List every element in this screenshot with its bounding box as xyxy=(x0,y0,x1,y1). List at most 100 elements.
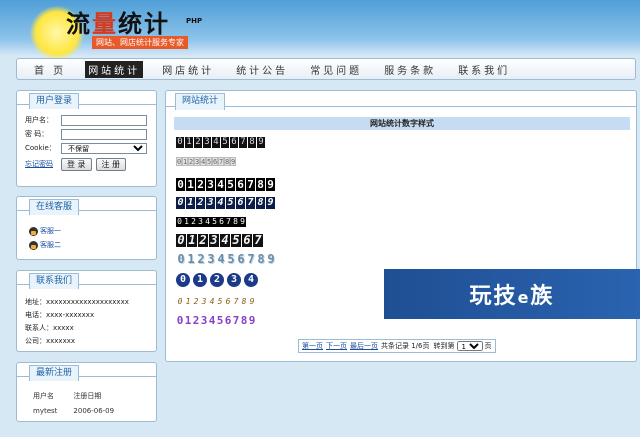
counter-digit: 9 xyxy=(267,252,275,266)
login-box: 用户登录 用户名： 密 码： Cookie： 不保留 忘记密码 登 录 注 册 xyxy=(16,90,157,187)
counter-digit: 8 xyxy=(241,297,247,306)
counter-digit: 4 xyxy=(216,197,225,209)
counter-digit: 3 xyxy=(209,233,219,247)
counter-style[interactable]: 0123456789 xyxy=(176,197,276,209)
contact-address: 地址：xxxxxxxxxxxxxxxxxxxx xyxy=(25,298,129,306)
counter-digit: 9 xyxy=(239,217,246,227)
counter-digit: 7 xyxy=(225,217,232,227)
counter-style[interactable]: 01234567 xyxy=(176,234,264,247)
counter-digit: 5 xyxy=(216,314,224,327)
page-select[interactable]: 1 xyxy=(456,341,483,351)
counter-digit: 7 xyxy=(233,297,239,306)
counter-digit: 1 xyxy=(187,252,195,266)
watermark-text: 玩技 xyxy=(469,284,518,309)
counter-digit: 1 xyxy=(185,137,193,148)
password-input[interactable] xyxy=(61,128,147,140)
logo-char: 流 xyxy=(66,9,92,38)
counter-digit: 6 xyxy=(224,314,232,327)
pagination: 第一页 下一页 最后一页 共条记录 1/6页 转到第 1 页 xyxy=(298,339,496,353)
service-item[interactable]: 客服一 xyxy=(29,226,148,236)
nav-shop-stats[interactable]: 网店统计 xyxy=(159,61,217,78)
username-label: 用户名： xyxy=(25,116,53,124)
pager-next-link[interactable]: 下一页 xyxy=(326,341,347,351)
counter-digit: 6 xyxy=(230,137,238,148)
counter-digit: 5 xyxy=(227,252,235,266)
login-button[interactable]: 登 录 xyxy=(61,157,92,171)
counter-style[interactable]: 0123456789 xyxy=(176,314,256,327)
counter-digit: 7 xyxy=(239,137,247,148)
counter-digit: 4 xyxy=(244,273,258,287)
counter-digit: 4 xyxy=(220,233,230,247)
counter-digit: 1 xyxy=(185,297,191,306)
counter-digit: 0 xyxy=(176,233,186,247)
counter-digit: 3 xyxy=(227,273,241,287)
counter-style[interactable]: 01234 xyxy=(176,273,261,287)
counter-digit: 2 xyxy=(194,137,202,148)
counter-digit: 3 xyxy=(206,197,215,209)
nav-contact[interactable]: 联系我们 xyxy=(455,61,513,78)
counter-digit: 7 xyxy=(232,314,240,327)
logo-php-label: PHP xyxy=(186,17,203,25)
counter-digit: 0 xyxy=(176,314,184,327)
counter-style[interactable]: 0123456789 xyxy=(176,157,236,166)
counter-digit: 1 xyxy=(186,178,195,191)
main-panel: 网站统计 网站统计数字样式 0123456789 0123456789 0123… xyxy=(165,90,637,362)
logo-char: 统计 xyxy=(118,9,170,38)
contact-phone: 电话：xxxx-xxxxxxx xyxy=(25,311,95,319)
nav-home[interactable]: 首 页 xyxy=(31,61,69,78)
site-logo[interactable]: 流量统计 xyxy=(66,4,170,39)
counter-digit: 9 xyxy=(266,178,275,191)
nav-faq[interactable]: 常见问题 xyxy=(307,61,365,78)
cookie-select[interactable]: 不保留 xyxy=(61,142,147,154)
username-input[interactable] xyxy=(61,114,147,126)
password-label: 密 码： xyxy=(25,130,49,138)
service-item-label: 客服一 xyxy=(40,227,61,235)
counter-style[interactable]: 0123456789 xyxy=(176,297,256,307)
online-service-box: 在线客服 客服一 客服二 xyxy=(16,196,157,260)
counter-digit: 2 xyxy=(210,273,224,287)
contact-box: 联系我们 地址：xxxxxxxxxxxxxxxxxxxx 电话：xxxx-xxx… xyxy=(16,270,157,352)
counter-digit: 9 xyxy=(230,157,236,166)
counter-digit: 4 xyxy=(204,217,211,227)
service-item-label: 客服二 xyxy=(40,241,61,249)
counter-digit: 6 xyxy=(225,297,231,306)
counter-digit: 0 xyxy=(176,197,185,209)
counter-digit: 0 xyxy=(176,178,185,191)
counter-digit: 8 xyxy=(257,252,265,266)
counter-style[interactable]: 0123456789 xyxy=(176,253,276,266)
pager-first-link[interactable]: 第一页 xyxy=(302,341,323,351)
contact-person: 联系人：xxxxx xyxy=(25,324,74,332)
watermark-logo: 玩技e族 xyxy=(470,278,555,310)
forgot-password-link[interactable]: 忘记密码 xyxy=(25,159,61,169)
counter-style[interactable]: 0123456789 xyxy=(176,217,246,227)
register-table: 用户名 注册日期 mytest 2006-06-09 xyxy=(31,387,130,419)
col-header-user: 用户名 xyxy=(33,392,54,400)
site-header: 流量统计 PHP 网站、网店统计服务专家 xyxy=(0,0,640,60)
latest-register-box: 最新注册 用户名 注册日期 mytest 2006-06-09 xyxy=(16,362,157,422)
nav-announcements[interactable]: 统计公告 xyxy=(233,61,291,78)
pager-summary: 共条记录 1/6页 xyxy=(381,342,430,350)
watermark-e: e xyxy=(517,288,531,307)
counter-digit: 4 xyxy=(212,137,220,148)
counter-digit: 4 xyxy=(208,314,216,327)
tab-site-stats[interactable]: 网站统计 xyxy=(175,93,226,110)
counter-digit: 3 xyxy=(197,217,204,227)
nav-terms[interactable]: 服务条款 xyxy=(381,61,439,78)
latest-box-title: 最新注册 xyxy=(29,365,80,381)
counter-digit: 3 xyxy=(206,178,215,191)
counter-digit: 6 xyxy=(237,252,245,266)
counter-style[interactable]: 0123456789 xyxy=(176,178,276,191)
counter-digit: 0 xyxy=(177,252,185,266)
pager-last-link[interactable]: 最后一页 xyxy=(350,341,378,351)
register-button[interactable]: 注 册 xyxy=(95,157,127,171)
login-box-title: 用户登录 xyxy=(29,93,80,109)
row-date: 2006-06-09 xyxy=(73,407,115,415)
service-box-title: 在线客服 xyxy=(29,199,80,215)
counter-digit: 6 xyxy=(218,217,225,227)
counter-digit: 1 xyxy=(183,217,190,227)
table-row: mytest 2006-06-09 xyxy=(33,405,128,417)
service-item[interactable]: 客服二 xyxy=(29,240,148,250)
nav-site-stats[interactable]: 网站统计 xyxy=(85,60,144,78)
counter-style[interactable]: 0123456789 xyxy=(176,137,266,148)
counter-digit: 4 xyxy=(217,252,225,266)
